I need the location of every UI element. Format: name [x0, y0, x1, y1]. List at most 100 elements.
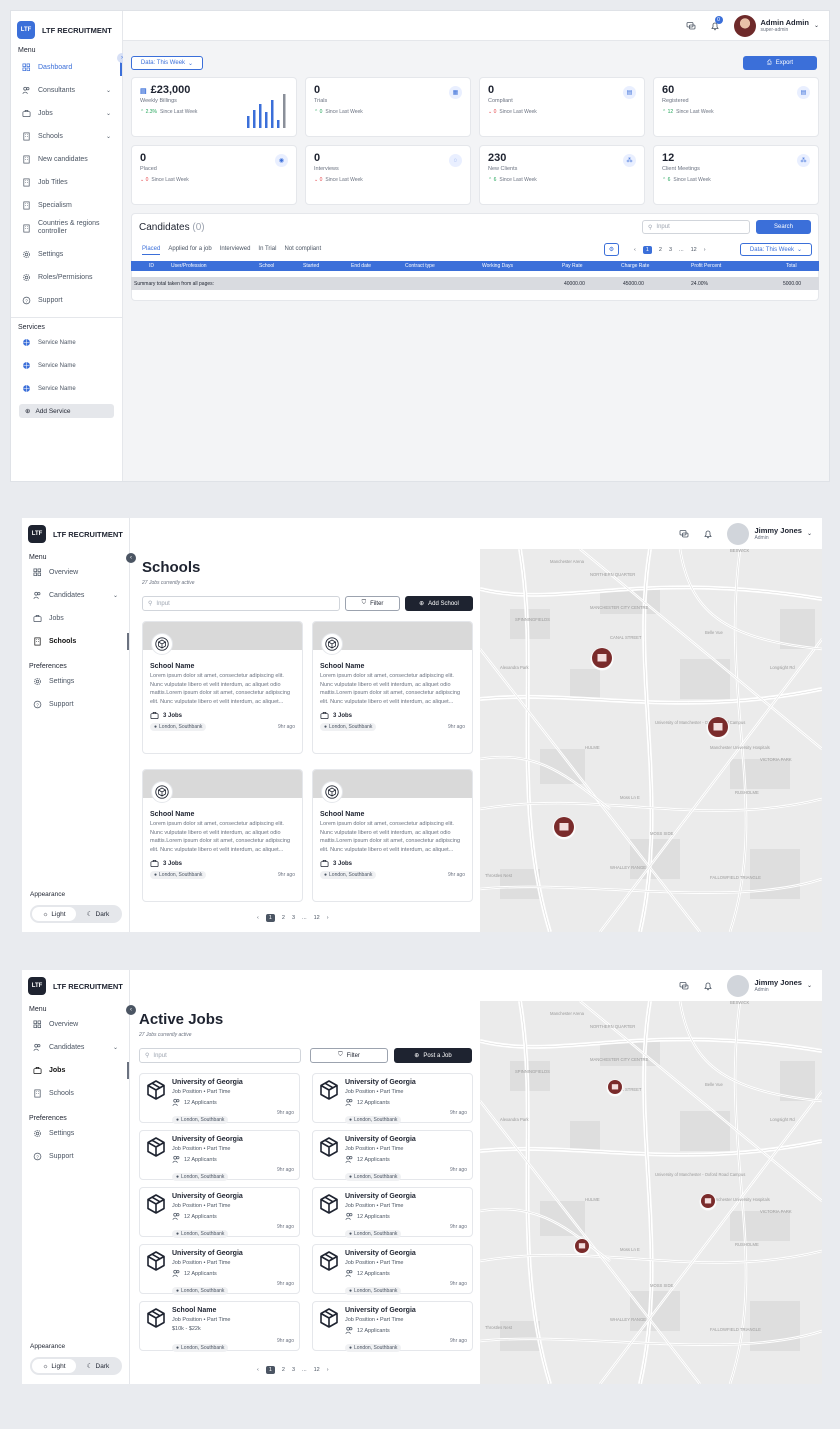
sidebar-item-specialism[interactable]: Specialism [11, 194, 122, 217]
search-button[interactable]: Search [756, 220, 811, 234]
sidebar-item-dashboard[interactable]: Dashboard [11, 56, 122, 79]
bell-icon[interactable] [703, 981, 713, 991]
column-header-charge-rate[interactable]: Charge Rate [621, 263, 649, 269]
light-mode-button[interactable]: ☼ Light [32, 1359, 76, 1373]
search-input[interactable]: ⚲ Input [142, 596, 340, 611]
post-job-button[interactable]: ⊕ Post a Job [394, 1048, 472, 1063]
dark-mode-button[interactable]: ☾ Dark [76, 907, 120, 921]
tab-placed[interactable]: Placed [142, 246, 161, 255]
map[interactable]: Manchester Arena NORTHERN QUARTER MANCHEST… [480, 1001, 822, 1384]
sidebar-item-support[interactable]: ? Support [11, 289, 122, 312]
pager-page[interactable]: 12 [314, 1367, 320, 1373]
light-mode-button[interactable]: ☼ Light [32, 907, 76, 921]
column-header-pay-rate[interactable]: Pay Rate [562, 263, 583, 269]
school-card[interactable]: School Name Lorem ipsum dolor sit amet, c… [312, 769, 473, 902]
column-settings-button[interactable]: ⚙ [604, 243, 619, 256]
column-header-started[interactable]: Started [303, 263, 319, 269]
tab-not-compliant[interactable]: Not compliant [284, 246, 321, 255]
column-header-id[interactable]: ID [149, 263, 154, 269]
chat-icon[interactable] [679, 529, 689, 539]
tab-in-trial[interactable]: In Trial [258, 246, 276, 255]
sidebar-item-overview[interactable]: Overview [22, 1013, 129, 1036]
sidebar-item-settings[interactable]: Settings [22, 670, 129, 693]
school-card[interactable]: School Name Lorem ipsum dolor sit amet, c… [142, 769, 303, 902]
pager-page[interactable]: 2 [282, 915, 285, 921]
filter-button[interactable]: ⛉ Filter [345, 596, 400, 611]
user-menu[interactable]: Jimmy Jones Admin ⌄ [727, 974, 812, 997]
theme-toggle[interactable]: ☼ Light ☾ Dark [30, 905, 122, 923]
chat-icon[interactable] [686, 21, 696, 31]
bell-icon[interactable]: 0 [710, 15, 723, 31]
user-menu[interactable]: Admin Admin super-admin ⌄ [733, 14, 819, 37]
column-header-user-profession[interactable]: User/Profession [171, 263, 207, 269]
add-school-button[interactable]: ⊕ Add School [405, 596, 473, 611]
job-card[interactable]: University of Georgia Job Position • Part… [312, 1073, 473, 1124]
tab-interviewed[interactable]: Interviewed [220, 246, 251, 255]
date-filter-dropdown-2[interactable]: Data: This Week ⌄ [740, 243, 812, 256]
search-input[interactable]: ⚲ Input [139, 1048, 301, 1063]
date-filter-dropdown[interactable]: Data: This Week ⌄ [131, 56, 203, 70]
school-card[interactable]: School Name Lorem ipsum dolor sit amet, c… [142, 621, 303, 754]
sidebar-collapse-button[interactable]: ‹ [126, 1005, 136, 1015]
pager-next-icon[interactable]: › [327, 1367, 329, 1373]
sidebar-item-new-candidates[interactable]: New candidates [11, 148, 122, 171]
job-card[interactable]: University of Georgia Job Position • Part… [139, 1244, 300, 1295]
column-header-total[interactable]: Total [786, 263, 797, 269]
theme-toggle[interactable]: ☼ Light ☾ Dark [30, 1357, 122, 1375]
pager-page[interactable]: 1 [265, 1366, 275, 1374]
pager-page[interactable]: 12 [314, 915, 320, 921]
sidebar-item-overview[interactable]: Overview [22, 561, 129, 584]
sidebar-item-consultants[interactable]: Consultants ⌄ [11, 79, 122, 102]
service-item[interactable]: Service Name [11, 377, 122, 400]
tab-applied-for-a-job[interactable]: Applied for a job [168, 246, 211, 255]
map[interactable]: Manchester Arena NORTHERN QUARTER MANCHEST… [480, 549, 822, 932]
job-card[interactable]: University of Georgia Job Position • Part… [139, 1187, 300, 1238]
pager-prev-icon[interactable]: ‹ [257, 1367, 259, 1373]
brand-row[interactable]: LTF LTF RECRUITMENT [11, 17, 122, 43]
sidebar-item-candidates[interactable]: Candidates ⌄ [22, 1036, 129, 1059]
brand-row[interactable]: LTF LTF RECRUITMENT [22, 521, 129, 547]
pager-page[interactable]: 2 [659, 247, 662, 253]
brand-row[interactable]: LTF LTF RECRUITMENT [22, 973, 129, 999]
column-header-profit-percent[interactable]: Profit Percent [691, 263, 721, 269]
sidebar-item-jobs[interactable]: Jobs [22, 607, 129, 630]
sidebar-item-countries-regions-controller[interactable]: Countries & regions controller [11, 217, 122, 239]
column-header-contract-type[interactable]: Contract type [405, 263, 435, 269]
pager-page[interactable]: 3 [669, 247, 672, 253]
pager-page[interactable]: 3 [292, 915, 295, 921]
add-service-button[interactable]: ⊕ Add Service [19, 404, 114, 418]
job-card[interactable]: University of Georgia Job Position • Part… [139, 1073, 300, 1124]
filter-button[interactable]: ⛉ Filter [310, 1048, 388, 1063]
pager-page[interactable]: 1 [642, 246, 652, 254]
chat-icon[interactable] [679, 981, 689, 991]
column-header-working-days[interactable]: Working Days [482, 263, 513, 269]
job-card[interactable]: University of Georgia Job Position • Part… [139, 1130, 300, 1181]
sidebar-item-schools[interactable]: Schools [22, 630, 129, 653]
sidebar-item-schools[interactable]: Schools [22, 1082, 129, 1105]
job-card[interactable]: University of Georgia Job Position • Part… [312, 1301, 473, 1352]
pager-prev-icon[interactable]: ‹ [257, 915, 259, 921]
sidebar-item-job-titles[interactable]: Job Titles [11, 171, 122, 194]
sidebar-item-candidates[interactable]: Candidates ⌄ [22, 584, 129, 607]
column-header-end-date[interactable]: End date [351, 263, 371, 269]
export-button[interactable]: ⎙ Export [743, 56, 817, 70]
sidebar-collapse-button[interactable]: ‹ [126, 553, 136, 563]
pager-next-icon[interactable]: › [327, 915, 329, 921]
pager-next-icon[interactable]: › [704, 247, 706, 253]
sidebar-item-jobs[interactable]: Jobs [22, 1059, 129, 1082]
bell-icon[interactable] [703, 529, 713, 539]
sidebar-item-settings[interactable]: Settings [22, 1122, 129, 1145]
pager-page[interactable]: 1 [265, 914, 275, 922]
sidebar-item-support[interactable]: ? Support [22, 1145, 129, 1168]
sidebar-item-support[interactable]: ? Support [22, 693, 129, 716]
dark-mode-button[interactable]: ☾ Dark [76, 1359, 120, 1373]
sidebar-item-roles-permisions[interactable]: Roles/Permisions [11, 266, 122, 289]
pager-page[interactable]: 2 [282, 1367, 285, 1373]
sidebar-item-schools[interactable]: Schools ⌄ [11, 125, 122, 148]
column-header-school[interactable]: School [259, 263, 274, 269]
job-card[interactable]: School Name Job Position • Part Time $10k … [139, 1301, 300, 1352]
service-item[interactable]: Service Name [11, 354, 122, 377]
job-card[interactable]: University of Georgia Job Position • Part… [312, 1130, 473, 1181]
pager-page[interactable]: 12 [691, 247, 697, 253]
service-item[interactable]: Service Name [11, 331, 122, 354]
